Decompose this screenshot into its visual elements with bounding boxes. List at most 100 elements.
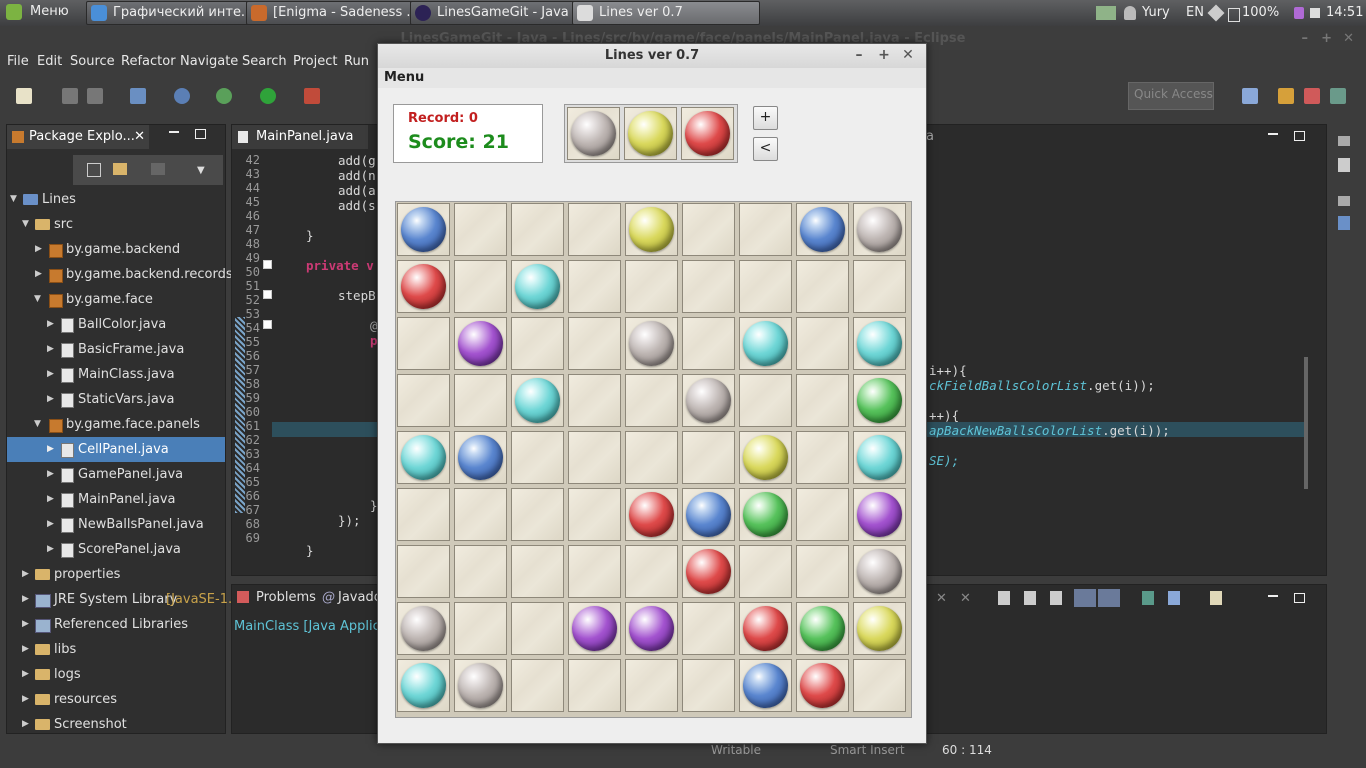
board-cell[interactable] [796,545,849,598]
board-cell[interactable] [796,317,849,370]
board-cell[interactable] [511,260,564,313]
maximize-icon[interactable]: + [875,46,893,64]
board-cell[interactable] [511,374,564,427]
editor-tab-fragment[interactable]: a [926,129,934,144]
board-cell[interactable] [625,545,678,598]
tree-item-lines[interactable]: ▼ Lines [7,187,225,212]
terminate-icon[interactable]: ✕ [936,591,947,606]
ball[interactable] [629,606,674,651]
chevron-right-icon[interactable]: ▶ [22,637,29,662]
board-cell[interactable] [397,374,450,427]
menu-refactor[interactable]: Refactor [121,50,176,74]
ball[interactable] [857,207,902,252]
code-line[interactable]: add(n [338,168,376,183]
maximize-view-icon[interactable] [1294,593,1305,603]
ball[interactable] [629,321,674,366]
board-cell[interactable] [682,602,735,655]
debug-perspective-icon[interactable] [1330,88,1346,104]
chevron-right-icon[interactable]: ▶ [47,537,54,562]
board-cell[interactable] [796,260,849,313]
tree-item-src[interactable]: ▼ src [7,212,225,237]
code-line[interactable]: } [306,543,314,558]
board-cell[interactable] [568,374,621,427]
ball[interactable] [629,207,674,252]
board-cell[interactable] [853,203,906,256]
ball[interactable] [857,606,902,651]
ball[interactable] [857,549,902,594]
tree-item-folder[interactable]: ▶ libs [7,637,225,662]
ball[interactable] [401,435,446,480]
board-cell[interactable] [796,659,849,712]
display-console-icon[interactable] [1168,591,1180,605]
board-cell[interactable] [397,659,450,712]
tree-item-file[interactable]: ▶ GamePanel.java [7,462,225,487]
code-line[interactable]: } [306,228,314,243]
board-cell[interactable] [454,602,507,655]
ball[interactable] [515,264,560,309]
skip-breakpoints-icon[interactable] [174,88,190,104]
board-cell[interactable] [568,317,621,370]
ball[interactable] [743,321,788,366]
ball[interactable] [401,207,446,252]
menu-file[interactable]: File [7,50,29,74]
board-cell[interactable] [397,431,450,484]
ball[interactable] [857,378,902,423]
add-balls-button[interactable]: + [753,106,778,130]
code-line[interactable]: ++){ [929,408,959,423]
debug-icon[interactable] [216,88,232,104]
board-cell[interactable] [625,431,678,484]
board-cell[interactable] [454,431,507,484]
board-cell[interactable] [511,317,564,370]
folder-icon[interactable] [1096,6,1116,20]
remove-all-icon[interactable]: ✕ [960,591,971,606]
chevron-right-icon[interactable]: ▶ [22,712,29,737]
board-cell[interactable] [796,203,849,256]
chevron-right-icon[interactable]: ▶ [47,487,54,512]
board-cell[interactable] [739,374,792,427]
terminal-icon[interactable] [130,88,146,104]
minimize-view-icon[interactable] [169,131,179,133]
tree-item-folder[interactable]: ▶ resources [7,687,225,712]
board-cell[interactable] [511,545,564,598]
tree-item-package[interactable]: ▼ by.game.face.panels [7,412,225,437]
pin-console-icon[interactable] [1142,591,1154,605]
board-cell[interactable] [511,431,564,484]
menu-project[interactable]: Project [293,50,337,74]
ball[interactable] [800,606,845,651]
java-ee-perspective-icon[interactable] [1278,88,1294,104]
code-line[interactable]: stepB [338,288,376,303]
board-cell[interactable] [625,203,678,256]
chevron-right-icon[interactable]: ▶ [47,362,54,387]
board-cell[interactable] [454,659,507,712]
tree-item-file-selected[interactable]: ▶ CellPanel.java [7,437,225,462]
board-cell[interactable] [511,488,564,541]
chevron-down-icon[interactable]: ▼ [34,287,41,312]
tree-item-file[interactable]: ▶ StaticVars.java [7,387,225,412]
tree-item-package[interactable]: ▼ by.game.face [7,287,225,312]
show-on-output-icon[interactable] [1074,589,1096,607]
step-back-button[interactable]: < [753,137,778,161]
ball[interactable] [515,378,560,423]
tree-item-folder[interactable]: ▶ logs [7,662,225,687]
tree-item-package[interactable]: ▶ by.game.backend [7,237,225,262]
focus-icon[interactable] [151,163,165,175]
taskbar-task-browser[interactable]: Графический инте... [86,1,270,25]
board-cell[interactable] [682,659,735,712]
ball[interactable] [800,207,845,252]
maximize-icon[interactable]: + [1321,26,1332,52]
close-icon[interactable]: ✕ [1343,26,1354,52]
ball[interactable] [857,492,902,537]
board-cell[interactable] [682,374,735,427]
ball[interactable] [458,663,503,708]
fold-marker-icon[interactable] [263,320,272,329]
ball[interactable] [743,492,788,537]
board-cell[interactable] [397,317,450,370]
code-line[interactable]: add(a [338,183,376,198]
tab-problems[interactable]: Problems [232,585,316,611]
code-line[interactable]: i++){ [929,363,967,378]
save-all-icon[interactable] [87,88,103,104]
maximize-view-icon[interactable] [195,129,206,139]
code-line[interactable]: apBackNewBallsColorList.get(i)); [929,423,1170,438]
board-cell[interactable] [568,488,621,541]
ball[interactable] [572,606,617,651]
